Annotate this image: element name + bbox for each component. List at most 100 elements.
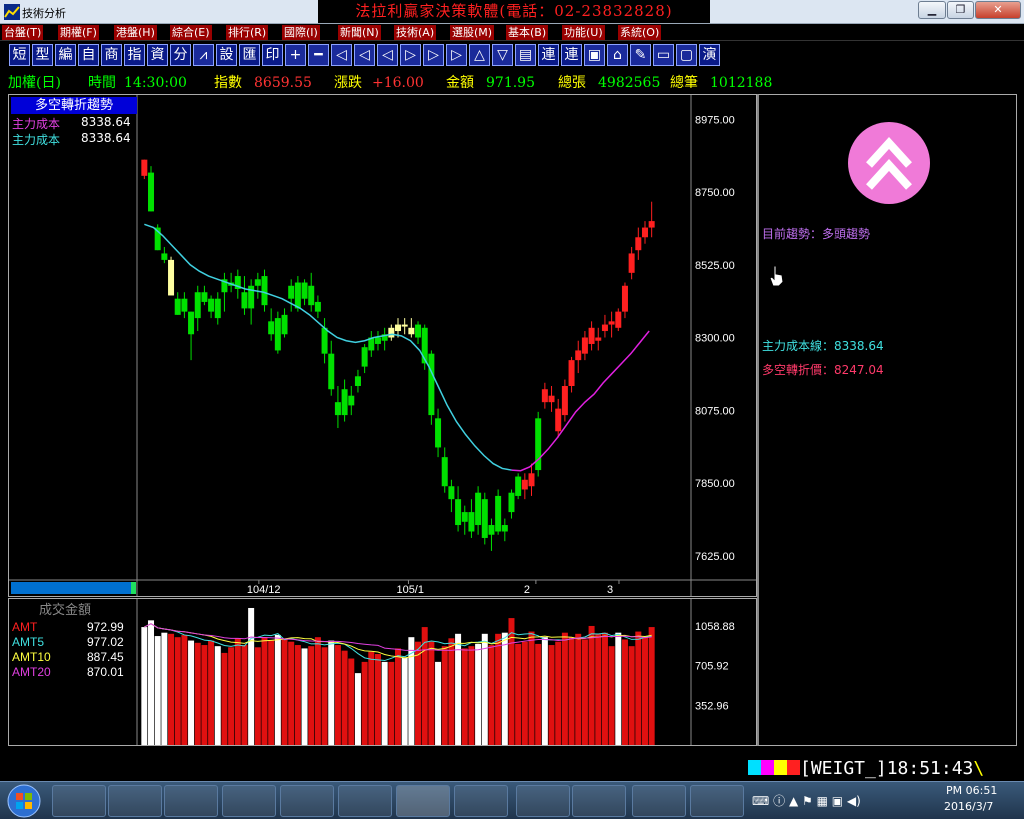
tray-date[interactable]: 2016/3/7: [944, 800, 993, 813]
menu-item-10[interactable]: 功能(U): [562, 25, 605, 40]
volume-chart-panel[interactable]: 1058.88 705.92 352.96 AMT 972.99 AMT5 977.02 AM…: [8, 598, 757, 746]
taskbar-window-icon-1[interactable]: [632, 785, 686, 817]
time-label: 時間: [88, 75, 116, 91]
menu-item-9[interactable]: 基本(B): [506, 25, 549, 40]
toolbar-button3-1[interactable]: 連: [561, 44, 582, 66]
price-chart[interactable]: 8975.00 8750.00 8525.00 8300.00 8075.00 7850.…: [9, 95, 756, 596]
toolbar-button-6[interactable]: 資: [147, 44, 168, 66]
toolbar-button3-0[interactable]: 連: [538, 44, 559, 66]
tray-time[interactable]: PM 06:51: [946, 784, 997, 797]
toolbar-nav-icon-4[interactable]: ◁: [377, 44, 398, 66]
taskbar-chart-app-icon-1[interactable]: [164, 785, 218, 817]
indicator-title[interactable]: 多空轉折趨勢: [11, 97, 137, 114]
taskbar-apps-icon[interactable]: [52, 785, 106, 817]
vol-axis-tick-2: 352.96: [695, 700, 729, 712]
candle-body-44: [435, 418, 442, 448]
maximize-button[interactable]: ❐: [947, 1, 974, 19]
toolbar-tool-icon-2[interactable]: ✎: [630, 44, 651, 66]
toolbar-nav-icon-9[interactable]: ▽: [492, 44, 513, 66]
toolbar-nav-icon-0[interactable]: +: [285, 44, 306, 66]
taskbar-folder-icon-2[interactable]: [572, 785, 626, 817]
toolbar-button2-1[interactable]: 匯: [239, 44, 260, 66]
vol-bar-49: [468, 646, 475, 745]
taskbar-chart-app-icon-5[interactable]: [396, 785, 450, 817]
vol-bar-41: [415, 641, 422, 745]
toolbar-tool-icon-4[interactable]: ▢: [676, 44, 697, 66]
toolbar-tool-icon-3[interactable]: ▭: [653, 44, 674, 66]
vol-bar-66: [581, 639, 588, 745]
toolbar-nav-icon-6[interactable]: ▷: [423, 44, 444, 66]
candle-body-55: [508, 492, 515, 513]
count-label: 總筆: [670, 75, 698, 91]
toolbar-button2-0[interactable]: 設: [216, 44, 237, 66]
count-value: 1012188: [710, 75, 773, 91]
candle-body-49: [468, 512, 475, 532]
price-chart-panel[interactable]: 8975.00 8750.00 8525.00 8300.00 8075.00 7850.…: [8, 94, 757, 597]
menu-item-0[interactable]: 台盤(T): [2, 25, 44, 40]
candle-body-57: [521, 479, 528, 490]
close-button[interactable]: ✕: [975, 1, 1021, 19]
system-tray-icons[interactable]: ⌨ ⓘ ▲ ⚑ ▦ ▣ ◀): [752, 792, 932, 810]
toolbar-chart-icon[interactable]: ⩘: [193, 44, 214, 66]
toolbar-tool-icon-1[interactable]: ⌂: [607, 44, 628, 66]
menu-item-1[interactable]: 期權(F): [58, 25, 99, 40]
title-bar: 技術分析 法拉利贏家決策軟體(電話：02-23832828) ▁ ❐ ✕: [0, 0, 1024, 24]
candle-body-29: [334, 402, 341, 416]
menu-item-5[interactable]: 國際(I): [282, 25, 320, 40]
vol-bar-46: [448, 638, 455, 745]
toolbar-button-3[interactable]: 自: [78, 44, 99, 66]
taskbar-browser-icon[interactable]: [108, 785, 162, 817]
menu-item-3[interactable]: 綜合(E): [170, 25, 212, 40]
vol-bar-44: [435, 661, 442, 745]
minimize-button[interactable]: ▁: [918, 1, 946, 19]
candle-body-52: [488, 525, 495, 535]
toolbar-nav-icon-1[interactable]: ━: [308, 44, 329, 66]
menu-item-11[interactable]: 系統(O): [618, 25, 662, 40]
toolbar-nav-icon-2[interactable]: ◁: [331, 44, 352, 66]
candle-body-1: [148, 172, 155, 212]
candle-body-47: [455, 499, 462, 526]
toolbar-button-7[interactable]: 分: [170, 44, 191, 66]
toolbar-button-5[interactable]: 指: [124, 44, 145, 66]
candle-body-21: [281, 314, 288, 335]
toolbar-button-last[interactable]: 演: [699, 44, 720, 66]
menu-item-7[interactable]: 技術(A): [394, 25, 437, 40]
menu-bar: 台盤(T) 期權(F) 港盤(H) 綜合(E) 排行(R) 國際(I) 新聞(N) 技術(A)…: [0, 24, 1024, 41]
vol-legend-value-1: 977.02: [87, 635, 124, 649]
toolbar: 短型編自商指資分 ⩘ 設匯印 + ━ ◁ ◁ ◁ ▷ ▷ ▷ △ ▽ ▤ 連連 ▣ ⌂ ✎ ▭ ▢ 演: [0, 42, 1024, 69]
taskbar-chart-app-icon-2[interactable]: [222, 785, 276, 817]
vol-bar-67: [588, 625, 595, 745]
candle-body-45: [441, 457, 448, 487]
toolbar-tool-icon-0[interactable]: ▣: [584, 44, 605, 66]
app-chart-icon: [4, 4, 20, 20]
candle-body-46: [448, 486, 455, 500]
menu-item-4[interactable]: 排行(R): [226, 25, 269, 40]
toolbar-button-0[interactable]: 短: [9, 44, 30, 66]
toolbar-nav-icon-5[interactable]: ▷: [400, 44, 421, 66]
taskbar-window-icon-2[interactable]: [690, 785, 744, 817]
taskbar-chart-app-icon-3[interactable]: [280, 785, 334, 817]
candle-body-71: [615, 311, 622, 328]
toolbar-button-4[interactable]: 商: [101, 44, 122, 66]
vol-bar-52: [488, 645, 495, 745]
toolbar-square-icon[interactable]: ▤: [515, 44, 536, 66]
menu-item-6[interactable]: 新聞(N): [338, 25, 381, 40]
start-button-icon[interactable]: [6, 784, 42, 818]
menu-item-8[interactable]: 選股(M): [450, 25, 495, 40]
toolbar-button-1[interactable]: 型: [32, 44, 53, 66]
candle-body-27: [321, 327, 328, 354]
taskbar-folder-icon-1[interactable]: [516, 785, 570, 817]
taskbar-chart-app-icon-6[interactable]: [454, 785, 508, 817]
volume-chart[interactable]: 1058.88 705.92 352.96 AMT 972.99 AMT5 977.02 AM…: [9, 599, 756, 745]
taskbar-chart-app-icon-4[interactable]: [338, 785, 392, 817]
vol-legend-label-3: AMT20: [12, 665, 51, 679]
toolbar-button2-2[interactable]: 印: [262, 44, 283, 66]
date-axis-label-2: 2: [524, 584, 530, 596]
double-up-arrow-icon: [848, 122, 930, 204]
menu-item-2[interactable]: 港盤(H): [114, 25, 157, 40]
candle-body-74: [635, 237, 642, 251]
toolbar-nav-icon-7[interactable]: ▷: [446, 44, 467, 66]
toolbar-nav-icon-3[interactable]: ◁: [354, 44, 375, 66]
toolbar-nav-icon-8[interactable]: △: [469, 44, 490, 66]
toolbar-button-2[interactable]: 編: [55, 44, 76, 66]
